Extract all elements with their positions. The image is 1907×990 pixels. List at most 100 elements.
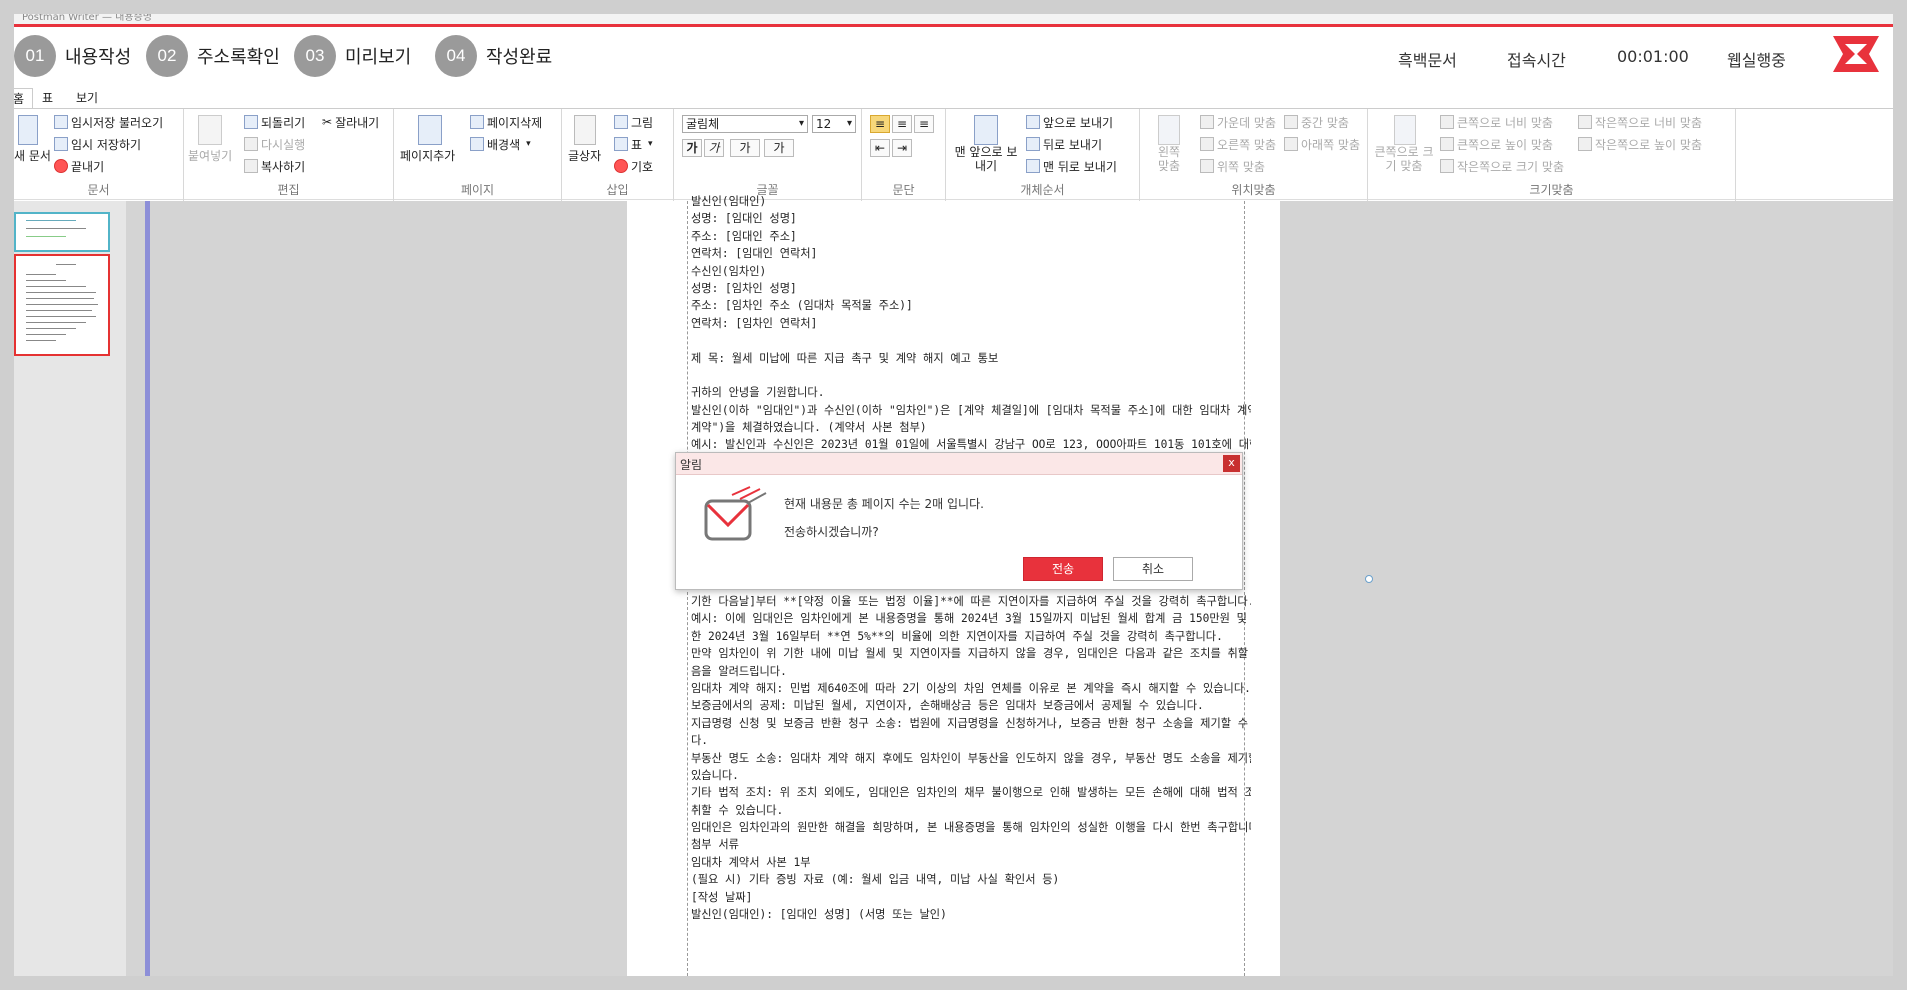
group-insert: 글상자 그림 표 ▾ 기호 삽입 bbox=[562, 109, 674, 201]
resize-handle[interactable] bbox=[1365, 575, 1373, 583]
bring-forward-button[interactable]: 앞으로 보내기 bbox=[1026, 113, 1113, 131]
step-1-label: 내용작성 bbox=[65, 47, 132, 68]
cancel-button[interactable]: 취소 bbox=[1113, 557, 1193, 581]
step-2[interactable]: 02 주소록확인 bbox=[146, 34, 280, 78]
align-middle-object-button[interactable]: 중간 맞춤 bbox=[1284, 113, 1349, 131]
font-color-button[interactable]: 가 bbox=[764, 139, 794, 157]
bold-button[interactable]: 가 bbox=[682, 139, 702, 157]
textbox-button[interactable]: 글상자 bbox=[568, 149, 601, 163]
image-button[interactable]: 그림 bbox=[614, 113, 653, 131]
undo-button[interactable]: 되돌리기 bbox=[244, 113, 305, 131]
document-line: 취할 수 있습니다. bbox=[691, 803, 784, 817]
align-right-button[interactable]: ≡ bbox=[914, 115, 934, 133]
close-icon bbox=[54, 159, 68, 173]
indent-decrease-button[interactable]: ⇤ bbox=[870, 139, 890, 157]
font-size-select[interactable]: 12 bbox=[812, 115, 856, 133]
tab-table[interactable]: 표 bbox=[34, 88, 61, 108]
fit-height-big-button[interactable]: 큰쪽으로 높이 맞춤 bbox=[1440, 135, 1553, 153]
bring-front-icon[interactable] bbox=[974, 115, 998, 145]
copy-button[interactable]: 복사하기 bbox=[244, 157, 305, 175]
exit-button[interactable]: 끝내기 bbox=[54, 157, 104, 175]
align-left-object-button[interactable]: 왼쪽 맞춤 bbox=[1154, 145, 1184, 173]
align-top-object-button[interactable]: 위쪽 맞춤 bbox=[1200, 157, 1265, 175]
align-left-object-icon[interactable] bbox=[1158, 115, 1180, 145]
document-line: 연락처: [임차인 연락처] bbox=[691, 316, 818, 330]
load-temp-button[interactable]: 임시저장 불러오기 bbox=[54, 113, 163, 131]
temp-save-button[interactable]: 임시 저장하기 bbox=[54, 135, 141, 153]
group-edit: 붙여넣기 되돌리기 다시실행 복사하기 ✂ 잘라내기 편집 bbox=[184, 109, 394, 201]
undo-icon bbox=[244, 115, 258, 129]
step-1[interactable]: 01 내용작성 bbox=[14, 34, 131, 78]
delete-page-icon bbox=[470, 115, 484, 129]
align-top-object-icon bbox=[1200, 159, 1214, 173]
new-document-icon[interactable] bbox=[18, 115, 38, 145]
align-right-object-button[interactable]: 오른쪽 맞춤 bbox=[1200, 135, 1276, 153]
align-left-button[interactable]: ≡ bbox=[870, 115, 890, 133]
send-back-button[interactable]: 맨 뒤로 보내기 bbox=[1026, 157, 1117, 175]
dialog-close-button[interactable]: x bbox=[1223, 455, 1240, 472]
document-line: 성명: [임차인 성명] bbox=[691, 281, 797, 295]
font-grow-button[interactable]: 가 bbox=[730, 139, 760, 157]
step-4-number: 04 bbox=[435, 35, 477, 77]
indent-increase-button[interactable]: ⇥ bbox=[892, 139, 912, 157]
textbox-icon[interactable] bbox=[574, 115, 596, 145]
paste-button[interactable]: 붙여넣기 bbox=[188, 149, 232, 163]
thumbnail-page-1[interactable] bbox=[14, 254, 110, 356]
postman-logo-icon bbox=[1833, 36, 1879, 72]
align-bottom-object-icon bbox=[1284, 137, 1298, 151]
fit-size-big-icon[interactable] bbox=[1394, 115, 1416, 145]
tab-view[interactable]: 보기 bbox=[68, 88, 106, 108]
document-line: 제 목: 월세 미납에 따른 지급 촉구 및 계약 해지 예고 통보 bbox=[691, 351, 999, 365]
add-page-icon[interactable] bbox=[418, 115, 442, 145]
send-button[interactable]: 전송 bbox=[1023, 557, 1103, 581]
document-line: 임대차 계약 해지: 민법 제640조에 따라 2기 이상의 차임 연체를 이유… bbox=[691, 681, 1251, 695]
redo-button[interactable]: 다시실행 bbox=[244, 135, 305, 153]
document-line: 한 2024년 3월 16일부터 **연 5%**의 비율에 의한 지연이자를 … bbox=[691, 629, 1223, 643]
group-paragraph: ≡ ≡ ≡ ⇤ ⇥ 문단 bbox=[862, 109, 946, 201]
fit-width-big-button[interactable]: 큰쪽으로 너비 맞춤 bbox=[1440, 113, 1553, 131]
tab-home[interactable]: 홈 bbox=[14, 88, 34, 108]
redo-icon bbox=[244, 137, 258, 151]
bgcolor-button[interactable]: 배경색 ▾ bbox=[470, 135, 531, 153]
symbol-button[interactable]: 기호 bbox=[614, 157, 653, 175]
fit-size-small-button[interactable]: 작은쪽으로 크기 맞춤 bbox=[1440, 157, 1564, 175]
group-size-fit-label: 크기맞춤 bbox=[1529, 183, 1574, 197]
thumbnail-page-0[interactable] bbox=[14, 212, 110, 252]
document-line: 연락처: [임대인 연락처] bbox=[691, 247, 818, 261]
align-left-icon: ≡ bbox=[874, 117, 886, 131]
fit-size-big-button[interactable]: 큰쪽으로 크기 맞춤 bbox=[1372, 145, 1436, 173]
align-bottom-object-button[interactable]: 아래쪽 맞춤 bbox=[1284, 135, 1360, 153]
document-line: 임대차 계약서 사본 1부 bbox=[691, 855, 811, 869]
image-icon bbox=[614, 115, 628, 129]
step-3[interactable]: 03 미리보기 bbox=[294, 34, 411, 78]
panel-splitter[interactable] bbox=[145, 201, 150, 976]
new-document-button[interactable]: 새 문서 bbox=[14, 149, 51, 163]
omega-icon bbox=[614, 159, 628, 173]
align-center-button[interactable]: ≡ bbox=[892, 115, 912, 133]
font-family-select[interactable]: 굴림체 bbox=[682, 115, 808, 133]
fit-height-big-icon bbox=[1440, 137, 1454, 151]
chevron-down-icon: ▾ bbox=[526, 139, 531, 149]
cut-button[interactable]: ✂ 잘라내기 bbox=[322, 113, 379, 131]
indent-decrease-icon: ⇤ bbox=[874, 141, 886, 155]
document-line: 만약 임차인이 위 기한 내에 미납 월세 및 지연이자를 지급하지 않을 경우… bbox=[691, 647, 1251, 661]
group-page: 페이지추가 페이지삭제 배경색 ▾ 페이지 bbox=[394, 109, 562, 201]
run-status: 웹실행중 bbox=[1727, 51, 1786, 70]
step-4[interactable]: 04 작성완료 bbox=[435, 34, 552, 78]
bring-front-button[interactable]: 맨 앞으로 보내기 bbox=[954, 145, 1018, 173]
fit-height-small-button[interactable]: 작은쪽으로 높이 맞춤 bbox=[1578, 135, 1702, 153]
app-window: Postman Writer — 내용증명 01 내용작성 02 주소록확인 0… bbox=[14, 14, 1893, 976]
dialog-header: 알림 x bbox=[676, 453, 1242, 475]
access-time-value: 00:01:00 bbox=[1617, 47, 1689, 66]
align-center-object-button[interactable]: 가운데 맞춤 bbox=[1200, 113, 1276, 131]
access-time-label: 접속시간 bbox=[1507, 51, 1566, 70]
italic-button[interactable]: 가 bbox=[704, 139, 724, 157]
delete-page-button[interactable]: 페이지삭제 bbox=[470, 113, 542, 131]
send-backward-button[interactable]: 뒤로 보내기 bbox=[1026, 135, 1102, 153]
dialog-message-pages: 현재 내용문 총 페이지 수는 2매 입니다. bbox=[784, 497, 984, 511]
add-page-button[interactable]: 페이지추가 bbox=[400, 149, 455, 163]
fit-width-small-button[interactable]: 작은쪽으로 너비 맞춤 bbox=[1578, 113, 1702, 131]
step-navigation: 01 내용작성 02 주소록확인 03 미리보기 04 작성완료 bbox=[14, 34, 1893, 78]
table-button[interactable]: 표 ▾ bbox=[614, 135, 653, 153]
doc-type-label: 흑백문서 bbox=[1398, 51, 1457, 70]
